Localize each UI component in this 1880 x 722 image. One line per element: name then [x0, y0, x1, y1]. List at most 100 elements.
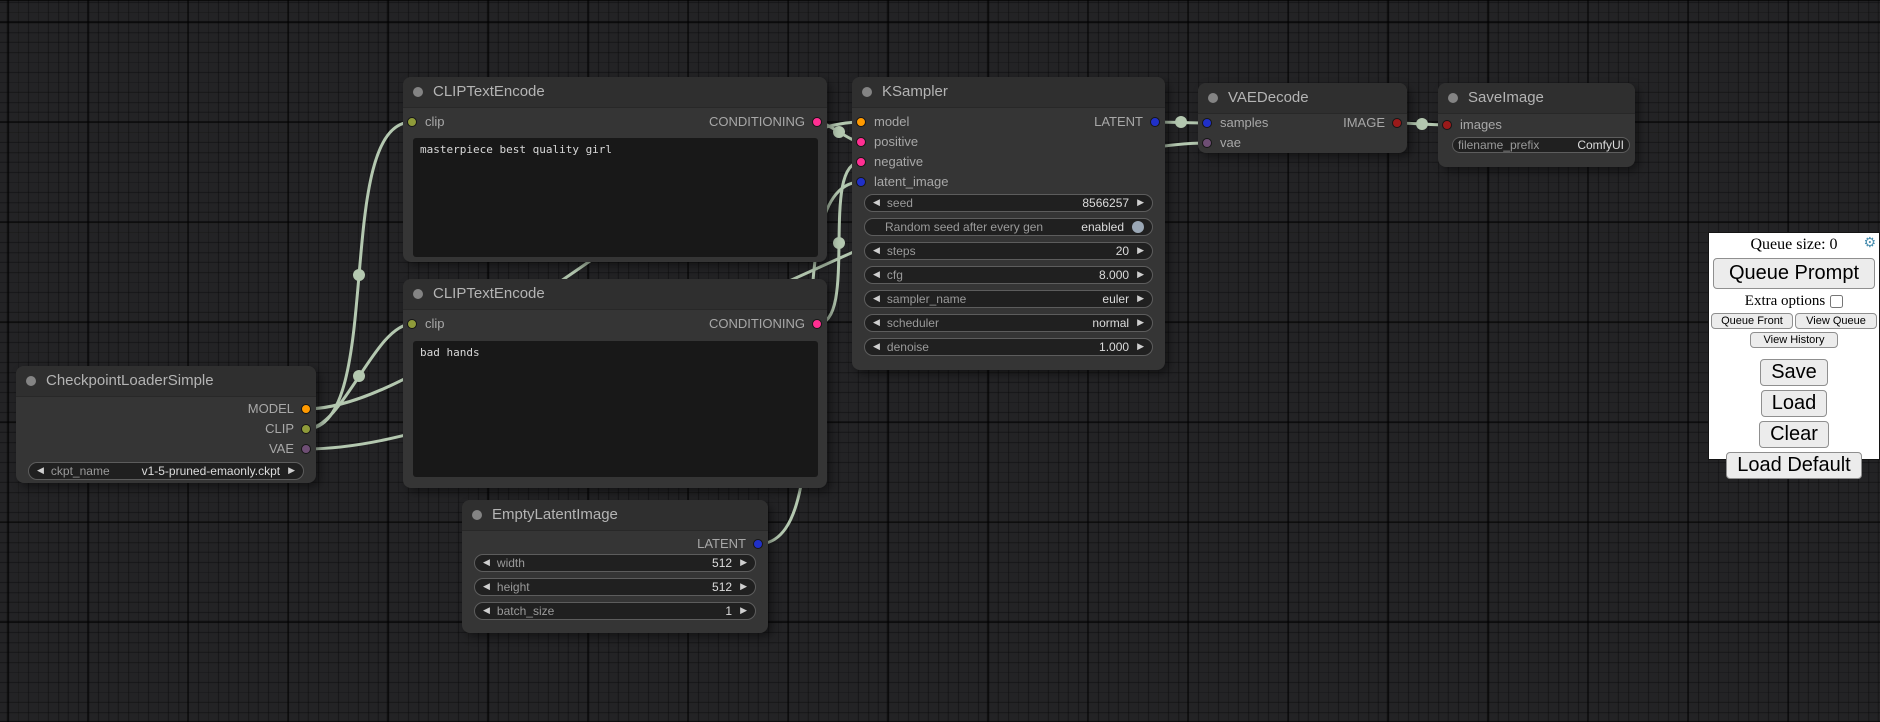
queue-prompt-button[interactable]: Queue Prompt: [1713, 258, 1875, 289]
widget-value[interactable]: 8566257: [1082, 196, 1129, 210]
widget-value[interactable]: 20: [1116, 244, 1129, 258]
increment-arrow-icon[interactable]: ▶: [1137, 271, 1144, 280]
increment-arrow-icon[interactable]: ▶: [740, 583, 747, 592]
negative-prompt-textarea[interactable]: bad hands: [413, 341, 818, 477]
decrement-arrow-icon[interactable]: ◀: [483, 607, 490, 616]
positive-prompt-textarea[interactable]: masterpiece best quality girl: [413, 138, 818, 257]
clip-input-port[interactable]: [407, 319, 417, 329]
queue-front-button[interactable]: Queue Front: [1711, 313, 1793, 329]
node-ksampler[interactable]: KSampler model positive negative latent_…: [852, 77, 1165, 370]
widget-value[interactable]: 512: [712, 580, 732, 594]
ckpt-name-widget[interactable]: ◀ ckpt_name v1-5-pruned-emaonly.ckpt ▶: [28, 462, 304, 480]
node-clip-text-encode-positive[interactable]: CLIPTextEncode clip CONDITIONING masterp…: [403, 77, 827, 262]
latent-output-port[interactable]: [1150, 117, 1160, 127]
decrement-arrow-icon[interactable]: ◀: [873, 319, 880, 328]
widget-value[interactable]: 8.000: [1099, 268, 1129, 282]
collapse-dot-icon[interactable]: [26, 376, 36, 386]
view-history-button[interactable]: View History: [1750, 332, 1838, 348]
batch-size-widget[interactable]: ◀ batch_size 1 ▶: [474, 602, 756, 620]
widget-value[interactable]: ComfyUI: [1577, 138, 1624, 152]
scheduler-widget[interactable]: ◀ scheduler normal ▶: [864, 314, 1153, 332]
increment-arrow-icon[interactable]: ▶: [740, 607, 747, 616]
node-save-image[interactable]: SaveImage images filename_prefix ComfyUI: [1438, 83, 1635, 167]
node-clip-text-encode-negative[interactable]: CLIPTextEncode clip CONDITIONING bad han…: [403, 279, 827, 488]
model-input-port[interactable]: [856, 117, 866, 127]
node-empty-latent-image[interactable]: EmptyLatentImage LATENT ◀ width 512 ▶ ◀ …: [462, 500, 768, 633]
node-vae-decode[interactable]: VAEDecode samples vae IMAGE: [1198, 83, 1407, 153]
increment-arrow-icon[interactable]: ▶: [1137, 295, 1144, 304]
widget-value[interactable]: 1.000: [1099, 340, 1129, 354]
seed-widget[interactable]: ◀ seed 8566257 ▶: [864, 194, 1153, 212]
negative-input-port[interactable]: [856, 157, 866, 167]
widget-value[interactable]: normal: [1092, 316, 1129, 330]
node-title-bar[interactable]: CheckpointLoaderSimple: [16, 366, 316, 397]
increment-arrow-icon[interactable]: ▶: [1137, 319, 1144, 328]
collapse-dot-icon[interactable]: [1208, 93, 1218, 103]
filename-prefix-widget[interactable]: filename_prefix ComfyUI: [1452, 137, 1630, 153]
comfy-menu-panel[interactable]: Queue size: 0 ⚙ Queue Prompt Extra optio…: [1708, 232, 1880, 460]
widget-value[interactable]: enabled: [1081, 220, 1124, 234]
widget-value[interactable]: v1-5-pruned-emaonly.ckpt: [142, 464, 281, 478]
node-title-bar[interactable]: SaveImage: [1438, 83, 1635, 114]
load-button[interactable]: Load: [1761, 390, 1828, 417]
view-queue-button[interactable]: View Queue: [1795, 313, 1877, 329]
clip-output-port[interactable]: [301, 424, 311, 434]
node-graph-canvas[interactable]: CheckpointLoaderSimple MODEL CLIP VAE ◀ …: [0, 0, 1880, 722]
output-slot-latent: LATENT: [697, 534, 746, 554]
conditioning-output-port[interactable]: [812, 117, 822, 127]
steps-widget[interactable]: ◀ steps 20 ▶: [864, 242, 1153, 260]
latent-output-port[interactable]: [753, 539, 763, 549]
latent-image-input-port[interactable]: [856, 177, 866, 187]
widget-value[interactable]: 1: [725, 604, 732, 618]
output-slot-conditioning: CONDITIONING: [709, 112, 805, 132]
decrement-arrow-icon[interactable]: ◀: [483, 583, 490, 592]
node-title-bar[interactable]: CLIPTextEncode: [403, 279, 827, 310]
width-widget[interactable]: ◀ width 512 ▶: [474, 554, 756, 572]
sampler-name-widget[interactable]: ◀ sampler_name euler ▶: [864, 290, 1153, 308]
increment-arrow-icon[interactable]: ▶: [1137, 343, 1144, 352]
decrement-arrow-icon[interactable]: ◀: [873, 343, 880, 352]
widget-value[interactable]: euler: [1102, 292, 1129, 306]
samples-input-port[interactable]: [1202, 118, 1212, 128]
increment-arrow-icon[interactable]: ▶: [1137, 199, 1144, 208]
extra-options-checkbox[interactable]: [1830, 295, 1843, 308]
cfg-widget[interactable]: ◀ cfg 8.000 ▶: [864, 266, 1153, 284]
positive-input-port[interactable]: [856, 137, 866, 147]
toggle-circle-icon[interactable]: [1132, 221, 1144, 233]
save-button[interactable]: Save: [1760, 359, 1828, 386]
collapse-dot-icon[interactable]: [1448, 93, 1458, 103]
settings-gear-icon[interactable]: ⚙: [1863, 236, 1876, 250]
collapse-dot-icon[interactable]: [862, 87, 872, 97]
decrement-arrow-icon[interactable]: ◀: [873, 247, 880, 256]
node-title-bar[interactable]: EmptyLatentImage: [462, 500, 768, 531]
height-widget[interactable]: ◀ height 512 ▶: [474, 578, 756, 596]
load-default-button[interactable]: Load Default: [1726, 452, 1861, 479]
increment-arrow-icon[interactable]: ▶: [1137, 247, 1144, 256]
decrement-arrow-icon[interactable]: ◀: [483, 559, 490, 568]
node-title-bar[interactable]: KSampler: [852, 77, 1165, 108]
widget-value[interactable]: 512: [712, 556, 732, 570]
increment-arrow-icon[interactable]: ▶: [740, 559, 747, 568]
decrement-arrow-icon[interactable]: ◀: [873, 295, 880, 304]
collapse-dot-icon[interactable]: [413, 87, 423, 97]
random-seed-toggle-widget[interactable]: Random seed after every gen enabled: [864, 218, 1153, 236]
node-checkpoint-loader-simple[interactable]: CheckpointLoaderSimple MODEL CLIP VAE ◀ …: [16, 366, 316, 483]
clear-button[interactable]: Clear: [1759, 421, 1829, 448]
clip-input-port[interactable]: [407, 117, 417, 127]
images-input-port[interactable]: [1442, 120, 1452, 130]
conditioning-output-port[interactable]: [812, 319, 822, 329]
vae-input-port[interactable]: [1202, 138, 1212, 148]
denoise-widget[interactable]: ◀ denoise 1.000 ▶: [864, 338, 1153, 356]
widget-label: sampler_name: [887, 292, 966, 306]
vae-output-port[interactable]: [301, 444, 311, 454]
image-output-port[interactable]: [1392, 118, 1402, 128]
increment-arrow-icon[interactable]: ▶: [288, 467, 295, 476]
node-title-bar[interactable]: CLIPTextEncode: [403, 77, 827, 108]
decrement-arrow-icon[interactable]: ◀: [37, 467, 44, 476]
decrement-arrow-icon[interactable]: ◀: [873, 199, 880, 208]
decrement-arrow-icon[interactable]: ◀: [873, 271, 880, 280]
model-output-port[interactable]: [301, 404, 311, 414]
node-title-bar[interactable]: VAEDecode: [1198, 83, 1407, 114]
collapse-dot-icon[interactable]: [472, 510, 482, 520]
collapse-dot-icon[interactable]: [413, 289, 423, 299]
